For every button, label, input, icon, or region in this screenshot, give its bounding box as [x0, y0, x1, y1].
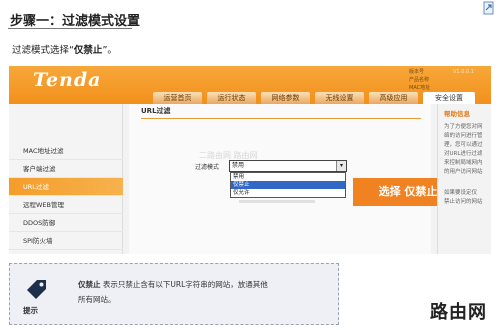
tip-box: 提示 仅禁止 表示只禁止含有以下URL字符串的网站，放通其他 所有网站。	[9, 263, 339, 325]
filter-mode-select[interactable]: 禁用 ▾	[229, 160, 347, 172]
help-line: 禁止访问的网站	[444, 199, 483, 205]
sidebar-item-url-filter[interactable]: URL过滤	[9, 178, 123, 196]
sidebar: MAC地址过滤 客户端过滤 URL过滤 远程WEB管理 DDOS防御 SPI防火…	[9, 104, 123, 254]
sidebar-item-remote-web[interactable]: 远程WEB管理	[9, 196, 123, 214]
option-only-allow[interactable]: 仅允许	[231, 189, 345, 197]
help-line: 理，您可以通过	[444, 142, 483, 148]
nav-tabs: 运营首页 运行状态 网络参数 无线设置 高级应用 安全设置	[9, 92, 491, 104]
document-link-icon[interactable]	[482, 1, 496, 15]
option-disabled[interactable]: 禁用	[231, 173, 345, 181]
option-only-block[interactable]: 仅禁止	[231, 181, 345, 189]
intro-text: 过滤模式选择“仅禁止”。	[12, 42, 117, 56]
button-row-placeholder	[239, 200, 315, 203]
tip-label: 提示	[23, 306, 38, 315]
tip-text: 仅禁止 表示只禁止含有以下URL字符串的网站，放通其他 所有网站。	[78, 277, 318, 307]
intro-prefix: 过滤模式选择“	[12, 45, 74, 56]
tenda-logo: Tenda	[33, 69, 102, 91]
help-line: 如果要设定仅	[444, 190, 478, 196]
help-line: 来控制局域网内	[444, 160, 483, 166]
help-title: 帮助信息	[444, 110, 470, 118]
sidebar-item-ddos[interactable]: DDOS防御	[9, 214, 123, 232]
info-label: 产品名称	[409, 77, 430, 83]
filter-mode-options: 禁用 仅禁止 仅允许	[230, 172, 346, 198]
info-label: 版本号	[409, 69, 425, 75]
select-value: 禁用	[232, 162, 245, 169]
site-watermark: 路由网	[430, 302, 487, 323]
document-page: 步骤一：过滤模式设置 过滤模式选择“仅禁止”。 Tenda 版本号 产品名称 M…	[0, 0, 499, 330]
device-info: 版本号 产品名称 MAC地址 V1.0.0.1	[409, 68, 474, 92]
tip-text-line2: 所有网站。	[78, 295, 116, 304]
tab-security[interactable]: 安全设置	[423, 92, 475, 104]
tab-wireless[interactable]: 无线设置	[315, 92, 364, 104]
info-value: V1.0.0.1	[453, 69, 474, 75]
help-line: 络的访问进行管	[444, 133, 483, 139]
help-line: 的用户访问网站	[444, 169, 483, 175]
help-line: 为了方便您对网	[444, 124, 483, 130]
help-panel: 帮助信息 为了方便您对网 络的访问进行管 理，您可以通过 对URL进行过滤 来控…	[437, 104, 491, 254]
tab-status[interactable]: 运行状态	[207, 92, 256, 104]
router-header: Tenda 版本号 产品名称 MAC地址 V1.0.0.1 运营首页 运行状态 …	[9, 66, 491, 104]
filter-mode-label: 过滤模式	[195, 164, 220, 171]
title-divider	[141, 118, 421, 119]
intro-highlight: 仅禁止	[73, 45, 103, 56]
tip-bold: 仅禁止	[78, 280, 101, 289]
tab-home[interactable]: 运营首页	[153, 92, 202, 104]
sidebar-item-client-filter[interactable]: 客户端过滤	[9, 160, 123, 178]
title-underline	[8, 28, 132, 29]
info-label: MAC地址	[409, 85, 431, 91]
tab-advanced[interactable]: 高级应用	[369, 92, 418, 104]
step-title: 步骤一：过滤模式设置	[10, 14, 141, 29]
intro-suffix: ”。	[102, 45, 117, 56]
tip-text-line1: 表示只禁止含有以下URL字符串的网站，放通其他	[102, 280, 268, 289]
content-title: URL过滤	[141, 107, 171, 115]
tab-network[interactable]: 网络参数	[261, 92, 310, 104]
sidebar-item-mac-filter[interactable]: MAC地址过滤	[9, 142, 123, 160]
help-line: 对URL进行过滤	[444, 151, 483, 157]
router-screenshot: Tenda 版本号 产品名称 MAC地址 V1.0.0.1 运营首页 运行状态 …	[9, 66, 491, 254]
sidebar-item-spi-firewall[interactable]: SPI防火墙	[9, 232, 123, 250]
tag-icon	[27, 280, 46, 299]
chevron-down-icon[interactable]: ▾	[336, 161, 346, 171]
